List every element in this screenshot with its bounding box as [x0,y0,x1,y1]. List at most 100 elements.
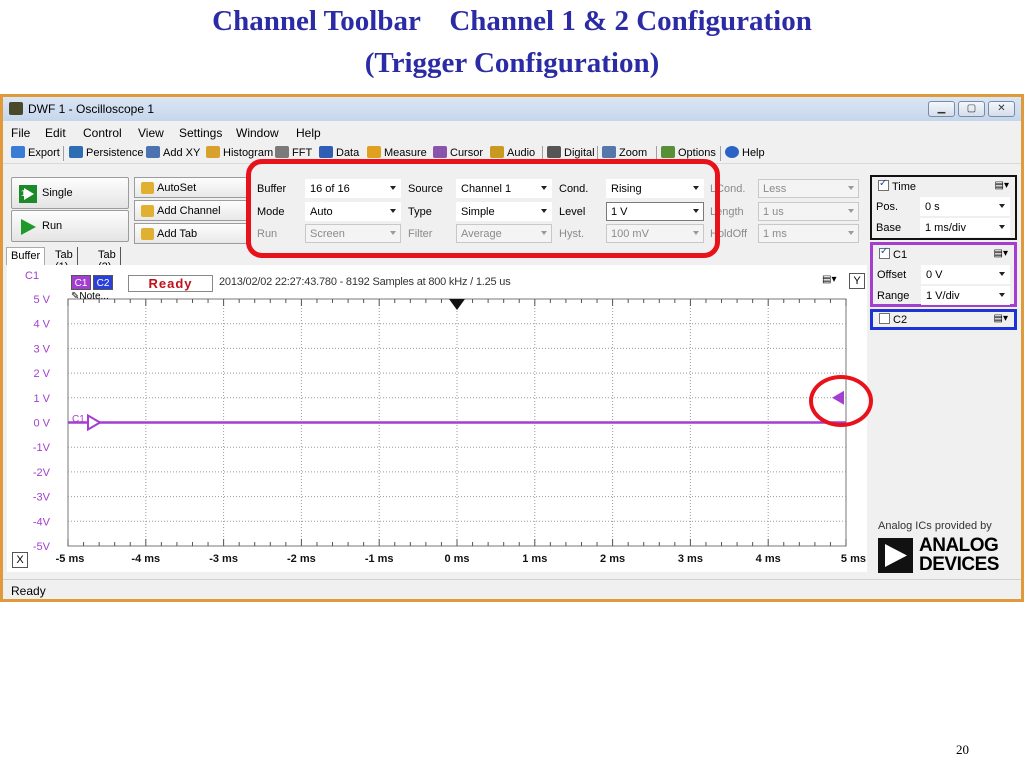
lcond-select[interactable]: Less [758,179,859,198]
status-bar: Ready [3,579,1021,599]
c2-panel: C2 ▤▾ [870,309,1017,330]
options-button[interactable]: Options [661,146,716,159]
y-tick-label: 1 V [33,393,50,405]
logo-text-line2: DEVICES [919,554,999,575]
autoset-icon [141,182,154,194]
acquisition-info: 2013/02/02 22:27:43.780 - 8192 Samples a… [219,276,511,288]
y-tick-label: 3 V [33,343,50,355]
x-tick-label: 2 ms [600,553,625,565]
x-tick-label: 5 ms [841,553,866,565]
add-xy-button[interactable]: Add XY [146,146,200,159]
c1-header[interactable]: C1 [879,246,907,261]
add-tab-icon [141,228,154,240]
zoom-button[interactable]: Zoom [602,146,647,159]
menu-help[interactable]: Help [296,126,321,140]
chevron-down-icon [848,231,854,235]
c2-header[interactable]: C2 [879,313,907,326]
data-button[interactable]: Data [319,146,359,159]
chevron-down-icon [999,225,1005,229]
run-button[interactable]: Run [11,210,129,242]
holdoff-input[interactable]: 1 ms [758,224,859,243]
plot-panel: 5 V 4 V 3 V 2 V 1 V 0 V -1V -2V -3V -4V -5V -5 ms -4… [7,265,867,572]
histogram-icon [206,146,220,158]
time-header[interactable]: Time [878,178,916,193]
autoset-button[interactable]: AutoSet [134,177,250,198]
histogram-button[interactable]: Histogram [206,146,273,159]
persistence-button[interactable]: Persistence [69,146,143,159]
checkbox-icon [879,246,890,259]
x-tick-label: -2 ms [287,553,316,565]
checkbox-icon [878,178,889,191]
slide-page-number: 20 [956,742,969,757]
minimize-button[interactable]: ▁ [928,101,955,117]
window-title: DWF 1 - Oscilloscope 1 [28,102,155,116]
y-tick-label: -1V [33,442,51,454]
plot-settings-button[interactable]: ▤▾ [822,274,844,289]
c1-panel: C1 ▤▾ Offset 0 V Range 1 V/div [870,242,1017,307]
x-tick-label: 0 ms [444,553,469,565]
options-icon [661,146,675,158]
add-tab-button[interactable]: Add Tab [134,223,250,244]
maximize-button[interactable]: ▢ [958,101,985,117]
checkbox-icon [879,313,890,324]
chevron-down-icon [848,209,854,213]
export-button[interactable]: Export [11,146,60,159]
svg-text:1: 1 [21,189,26,198]
fft-button[interactable]: FFT [275,146,312,159]
audio-icon [490,146,504,158]
tab-2[interactable]: Tab (2) [94,247,121,273]
note-button[interactable]: ✎Note... [71,291,109,302]
y-axis-button[interactable]: Y [849,273,865,289]
close-button[interactable]: ✕ [988,101,1015,117]
cursor-icon [433,146,447,158]
measure-button[interactable]: Measure [367,146,427,159]
x-axis-button[interactable]: X [12,552,28,568]
menu-window[interactable]: Window [236,126,279,140]
c2-settings-icon[interactable]: ▤▾ [994,313,1008,324]
menu-view[interactable]: View [138,126,164,140]
menu-file[interactable]: File [11,126,30,140]
single-button[interactable]: 1 Single [11,177,129,209]
menu-settings[interactable]: Settings [179,126,222,140]
tab-buffer[interactable]: Buffer [6,247,46,265]
x-tick-label: -4 ms [131,553,160,565]
trace-label: C1 [72,414,85,425]
add-channel-button[interactable]: Add Channel [134,200,250,221]
slide-title-line2: (Trigger Configuration) [364,47,660,79]
y-tick-label: 5 V [33,294,50,306]
trigger-level-highlight [809,375,873,427]
menu-control[interactable]: Control [83,126,122,140]
help-icon [725,146,739,158]
x-tick-label: 1 ms [522,553,547,565]
c1-toggle-button[interactable]: C1 [71,275,91,290]
y-tick-label: -4V [33,516,51,528]
tab-1[interactable]: Tab (1) [51,247,78,273]
oscilloscope-plot[interactable]: 5 V 4 V 3 V 2 V 1 V 0 V -1V -2V -3V -4V -5V -5 ms -4… [7,265,867,572]
branding-caption: Analog ICs provided by [878,520,992,532]
time-panel: Time ▤▾ Pos. 0 s Base 1 ms/div [870,175,1017,240]
base-select[interactable]: 1 ms/div [920,218,1010,237]
y-tick-label: 2 V [33,368,50,380]
title-bar: DWF 1 - Oscilloscope 1 ▁ ▢ ✕ [3,97,1021,121]
cursor-button[interactable]: Cursor [433,146,483,159]
export-icon [11,146,25,158]
menu-edit[interactable]: Edit [45,126,66,140]
analog-devices-logo: ANALOG DEVICES [878,535,1008,578]
digital-button[interactable]: Digital [547,146,595,159]
logo-text-line1: ANALOG [919,535,999,556]
range-select[interactable]: 1 V/div [921,286,1010,305]
c1-settings-icon[interactable]: ▤▾ [994,248,1008,259]
channel-axis-label: C1 [25,270,40,282]
help-button[interactable]: Help [725,146,765,159]
y-tick-label: -2V [33,467,51,479]
persistence-icon [69,146,83,158]
audio-button[interactable]: Audio [490,146,535,159]
offset-input[interactable]: 0 V [921,265,1010,284]
digital-icon [547,146,561,158]
length-input[interactable]: 1 us [758,202,859,221]
pos-input[interactable]: 0 s [920,197,1010,216]
time-settings-icon[interactable]: ▤▾ [995,180,1009,191]
c2-toggle-button[interactable]: C2 [93,275,113,290]
pos-label: Pos. [876,201,899,213]
x-tick-label: -3 ms [209,553,238,565]
